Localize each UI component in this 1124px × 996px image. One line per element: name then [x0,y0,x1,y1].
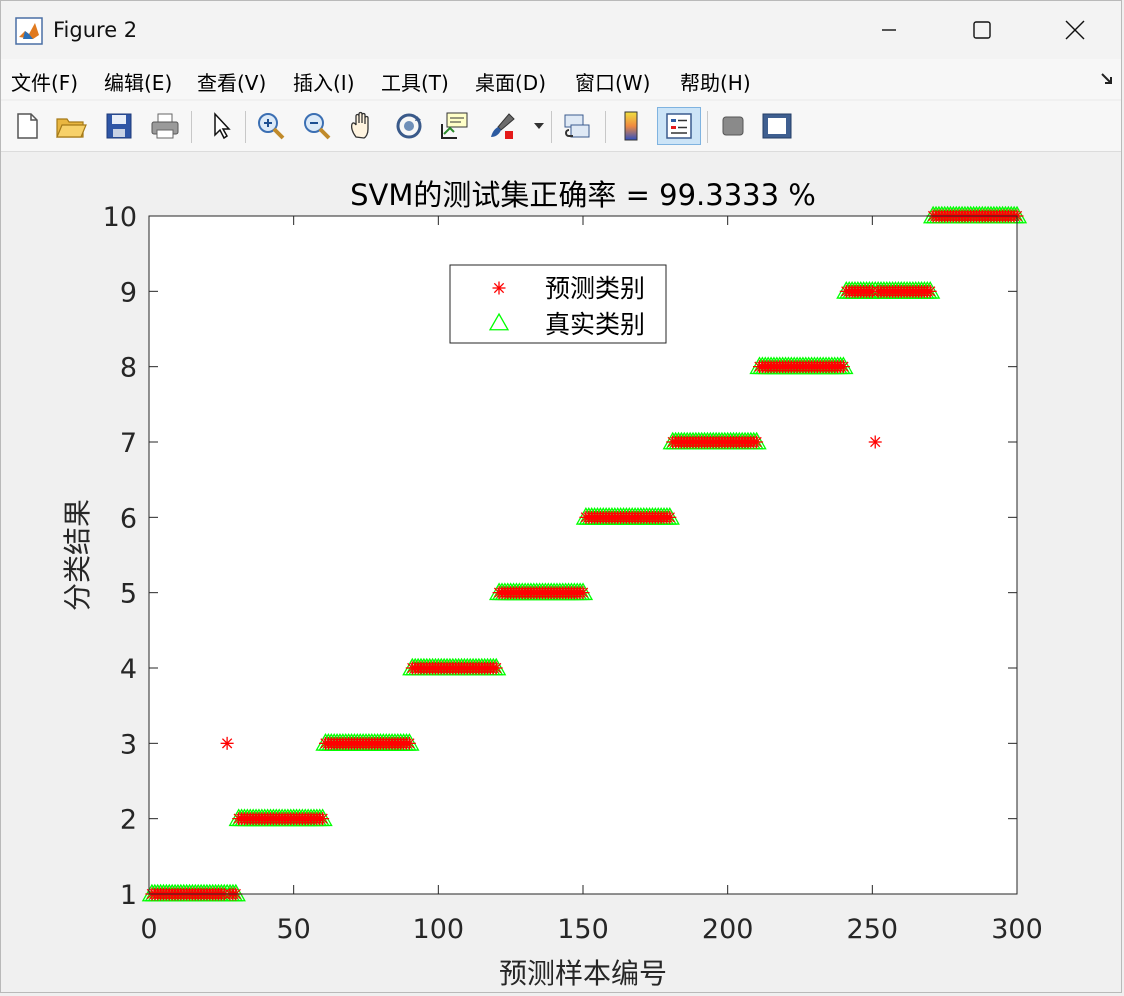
x-tick-label: 250 [847,914,899,945]
open-file-button[interactable] [53,107,89,145]
menu-edit[interactable]: 编辑(E) [104,67,172,96]
legend-predicted-label: 预测类别 [545,274,645,303]
show-plot-tools-button[interactable] [759,107,795,145]
x-tick-label: 50 [276,914,310,945]
pan-button[interactable] [345,107,381,145]
rotate-3d-button[interactable] [391,107,427,145]
print-button[interactable] [147,107,183,145]
maximize-button[interactable] [936,1,1028,59]
save-icon [106,113,132,139]
window-title: Figure 2 [53,18,138,42]
predicted-class-point [750,435,764,449]
hide-plot-tools-icon [722,116,744,136]
predicted-class-point [220,736,234,750]
menu-window[interactable]: 窗口(W) [575,67,650,96]
menu-tools[interactable]: 工具(T) [381,67,449,96]
y-axis-label: 分类结果 [61,499,94,611]
close-icon [1065,20,1085,40]
predicted-class-point [492,281,506,295]
predicted-class-point [316,812,330,826]
matlab-icon [15,17,43,45]
minimize-icon [882,29,896,31]
show-plot-tools-icon [762,113,792,139]
x-tick-label: 300 [991,914,1043,945]
pointer-icon [214,112,231,140]
new-figure-icon [17,113,38,139]
toolbar-separator [191,111,192,143]
predicted-class-point [663,510,677,524]
toolbar-separator [707,111,708,143]
brush-dropdown-icon[interactable] [533,121,545,131]
open-file-icon [56,118,87,138]
print-icon [151,113,179,139]
y-tick-label: 7 [120,428,137,459]
y-tick-label: 10 [103,202,137,233]
x-axis-label: 预测样本编号 [499,957,667,990]
chart-title: SVM的测试集正确率 = 99.3333 % [350,178,816,212]
predicted-class-point [923,284,937,298]
y-tick-label: 6 [120,503,137,534]
predicted-class-point [402,736,416,750]
menu-help[interactable]: 帮助(H) [680,67,751,96]
y-tick-label: 5 [120,579,137,610]
zoom-in-icon [258,113,285,140]
new-figure-button[interactable] [9,107,45,145]
predicted-class-point [576,586,590,600]
title-bar[interactable]: Figure 2 [1,1,1121,59]
hide-plot-tools-button[interactable] [715,107,751,145]
link-plot-button[interactable] [559,107,595,145]
link-plot-icon [564,114,590,138]
zoom-out-button[interactable] [299,107,335,145]
toolbar-separator [605,111,606,143]
menu-desktop[interactable]: 桌面(D) [475,67,546,96]
legend-predicted-marker [492,281,506,295]
insert-legend-button[interactable] [657,107,701,145]
data-cursor-button[interactable] [437,107,473,145]
toolbar-separator [245,111,246,143]
rotate-3d-icon [396,113,422,139]
zoom-out-icon [304,113,331,140]
maximize-icon [973,21,991,39]
save-button[interactable] [101,107,137,145]
insert-colorbar-button[interactable] [613,107,649,145]
legend-icon [666,113,692,139]
close-button[interactable] [1029,1,1121,59]
y-tick-label: 8 [120,353,137,384]
figure-canvas-area: 0 50 100 150 200 250 300 1 2 3 4 5 6 7 8 9 10 SVM的测试集正确率… [3,153,1121,992]
x-tick-label: 200 [702,914,754,945]
predicted-class-point [489,661,503,675]
figure-window: Figure 2 文件(F) 编辑(E) 查看(V) 插入(I) 工具(T) 桌… [0,0,1122,993]
y-tick-label: 3 [120,729,137,760]
legend[interactable]: 预测类别 真实类别 [449,264,667,344]
menu-view[interactable]: 查看(V) [197,67,266,96]
zoom-in-button[interactable] [253,107,289,145]
predicted-class-point [868,435,882,449]
colorbar-icon [624,111,638,141]
x-tick-label: 100 [413,914,465,945]
menu-insert[interactable]: 插入(I) [293,67,355,96]
y-tick-label: 4 [120,654,137,685]
minimize-button[interactable] [843,1,935,59]
x-tick-label: 150 [557,914,609,945]
brush-icon [491,113,515,139]
data-cursor-icon [441,112,468,139]
dock-arrow-icon[interactable] [1099,71,1115,87]
legend-actual-label: 真实类别 [545,310,645,339]
scatter-chart[interactable]: 0 50 100 150 200 250 300 1 2 3 4 5 6 7 8 9 10 SVM的测试集正确率… [3,153,1121,992]
toolbar-separator [551,111,552,143]
pan-hand-icon [350,111,369,139]
menu-file[interactable]: 文件(F) [11,67,78,96]
brush-button[interactable] [485,107,521,145]
predicted-class-point [836,360,850,374]
menu-bar: 文件(F) 编辑(E) 查看(V) 插入(I) 工具(T) 桌面(D) 窗口(W… [1,59,1121,99]
figure-toolbar [1,101,1121,152]
y-tick-label: 1 [120,880,137,911]
y-tick-label: 2 [120,805,137,836]
edit-plot-button[interactable] [203,107,239,145]
x-tick-label: 0 [140,914,157,945]
y-tick-label: 9 [120,277,137,308]
